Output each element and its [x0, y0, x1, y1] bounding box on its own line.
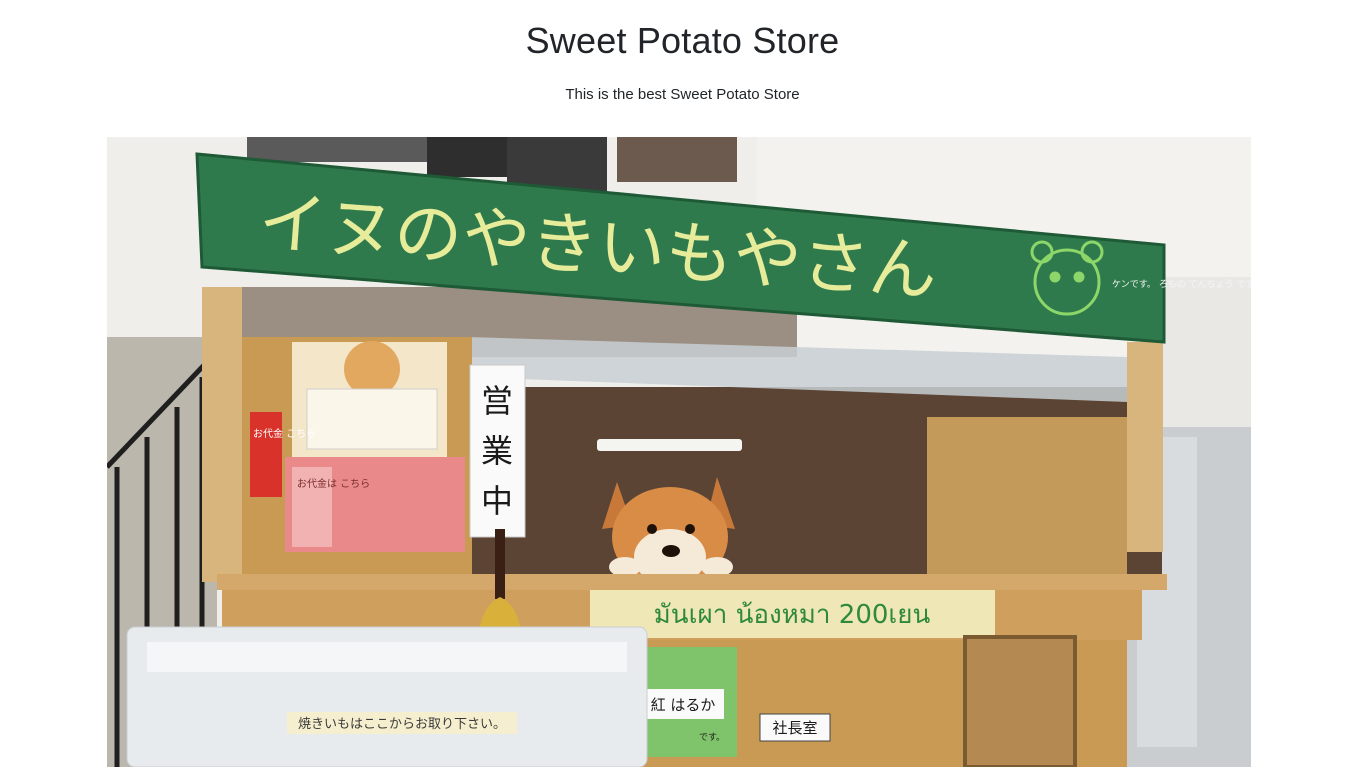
back-panel: [927, 417, 1127, 587]
name-plate-suffix: です。: [699, 732, 725, 743]
red-label: [250, 412, 282, 497]
counter-top: [217, 574, 1167, 590]
sweet-potato-stand-photo: お代金は こちら お代金 こちら 営 業 中 มันเผา น้องหมา 20…: [107, 137, 1251, 767]
sign-note: ケンです。 ろもの てんちょう です。: [1112, 279, 1251, 290]
left-post: [202, 287, 242, 582]
vertical-sign-char-2: 業: [481, 432, 513, 470]
right-post: [1127, 342, 1163, 552]
picture-frame: [963, 635, 1077, 767]
wall-panel: [1157, 277, 1251, 427]
flyer-text: お代金は こちら: [297, 477, 370, 490]
name-plate-text: 紅 はるか: [651, 696, 716, 714]
red-label-text: お代金 こちら: [253, 427, 316, 440]
vertical-sign-char-3: 中: [481, 482, 513, 520]
hero-image: お代金は こちら お代金 こちら 営 業 中 มันเผา น้องหมา 20…: [107, 137, 1251, 767]
window-left: [247, 137, 447, 162]
plastic-box-lid: [147, 642, 627, 672]
office-sign-text: 社長室: [772, 719, 817, 737]
window-shutter: [617, 137, 737, 182]
ceiling-light: [597, 439, 742, 451]
page-subtitle: This is the best Sweet Potato Store: [565, 86, 800, 103]
vertical-sign-char-1: 営: [481, 382, 513, 420]
window-frame: [427, 137, 507, 177]
page: Sweet Potato Store This is the best Swee…: [0, 0, 1365, 767]
page-title: Sweet Potato Store: [525, 20, 840, 61]
box-label-text: 焼きいもはここからお取り下さい。: [298, 717, 506, 732]
counter-banner-text: มันเผา น้องหมา 200เยน: [654, 600, 931, 630]
poster-sign: [306, 388, 438, 450]
